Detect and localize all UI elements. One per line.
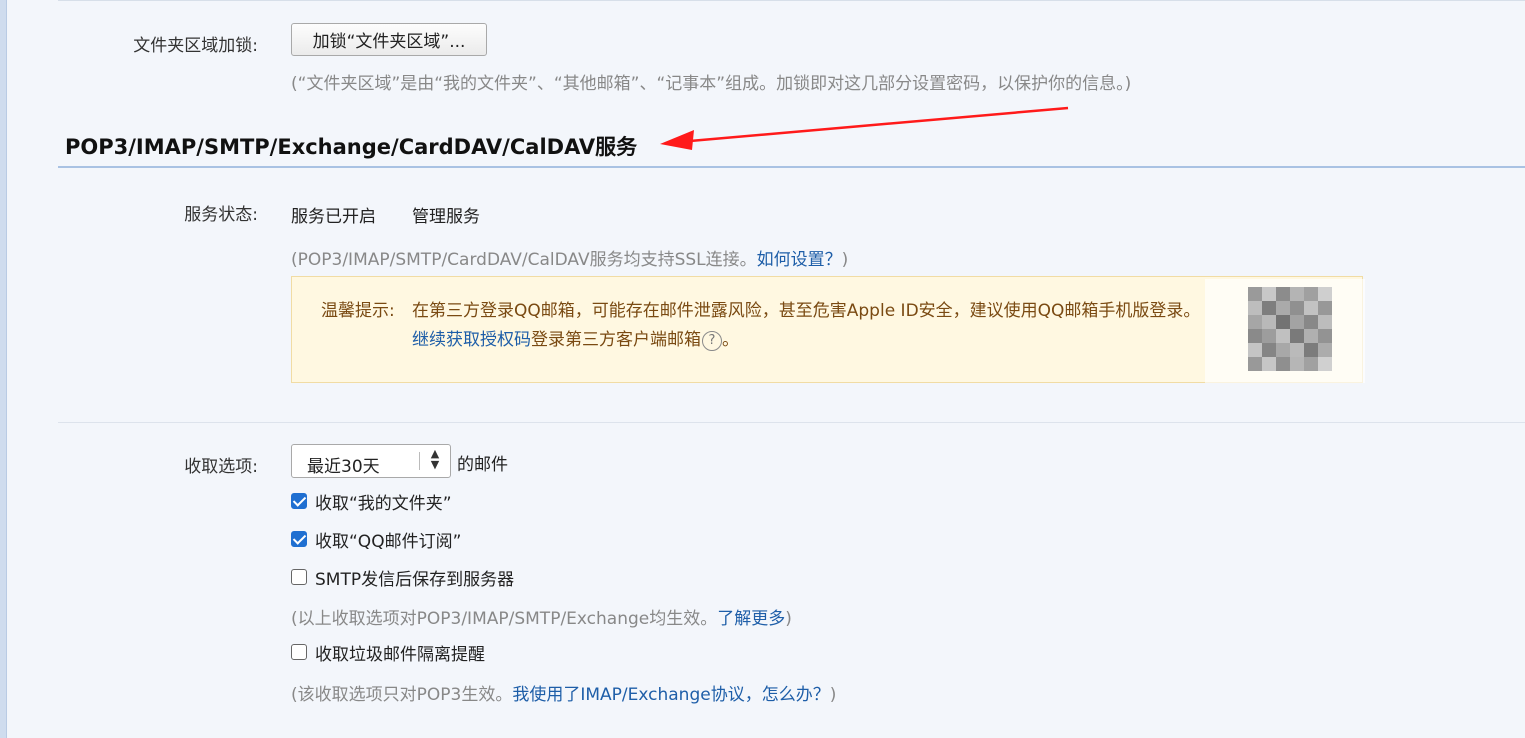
option-spam-alert-label: 收取垃圾邮件隔离提醒	[315, 644, 485, 665]
service-status-value: 服务已开启	[291, 207, 376, 227]
notice-line1: 在第三方登录QQ邮箱，可能存在邮件泄露风险，甚至危害Apple ID安全，建议使…	[412, 301, 1201, 321]
option-spam-alert[interactable]: 收取垃圾邮件隔离提醒	[291, 641, 485, 665]
receive-hint-2: (该收取选项只对POP3生效。我使用了IMAP/Exchange协议，怎么办？)	[291, 680, 836, 705]
option-smtp-save[interactable]: SMTP发信后保存到服务器	[291, 566, 515, 590]
annotation-arrow-head	[660, 130, 694, 150]
lock-folder-area-button[interactable]: 加锁“文件夹区域”...	[291, 23, 487, 56]
notice-line2: 继续获取授权码登录第三方客户端邮箱?。	[412, 325, 739, 351]
how-to-setup-link[interactable]: 如何设置？	[757, 250, 842, 270]
receive-hint-1: (以上收取选项对POP3/IMAP/SMTP/Exchange均生效。了解更多)	[291, 604, 792, 629]
option-smtp-save-label: SMTP发信后保存到服务器	[315, 569, 515, 590]
receive-hint-2-suffix: )	[829, 685, 837, 705]
checkbox-spam-alert[interactable]	[291, 644, 307, 660]
receive-range-value: 最近30天	[307, 457, 380, 477]
option-qq-subscriptions[interactable]: 收取“QQ邮件订阅”	[291, 528, 462, 552]
option-my-folders[interactable]: 收取“我的文件夹”	[291, 490, 452, 514]
service-status-label: 服务状态:	[184, 205, 258, 225]
section-title-rule	[58, 166, 1525, 168]
select-separator	[419, 452, 420, 470]
select-updown-icon: ▲ ▼	[430, 447, 440, 471]
manage-service-link[interactable]: 管理服务	[412, 202, 480, 227]
ssl-hint: (POP3/IMAP/SMTP/CardDAV/CalDAV服务均支持SSL连接…	[291, 245, 848, 270]
top-divider	[58, 0, 1525, 1]
left-frame-edge	[0, 0, 7, 738]
checkbox-smtp-save[interactable]	[291, 569, 307, 585]
section-title: POP3/IMAP/SMTP/Exchange/CardDAV/CalDAV服务	[65, 135, 638, 159]
receive-hint-2-prefix: (该收取选项只对POP3生效。	[291, 685, 513, 705]
folder-lock-label: 文件夹区域加锁:	[133, 36, 258, 56]
receive-range-suffix: 的邮件	[457, 455, 508, 475]
notice-prefix: 温馨提示:	[321, 301, 395, 321]
annotation-arrow-shaft	[689, 106, 1069, 143]
ssl-hint-prefix: (POP3/IMAP/SMTP/CardDAV/CalDAV服务均支持SSL连接…	[291, 250, 757, 270]
qr-code-icon	[1248, 287, 1332, 371]
checkbox-qq-subscriptions[interactable]	[291, 531, 307, 547]
receive-hint-1-suffix: )	[785, 609, 792, 629]
section-divider	[58, 422, 1525, 423]
get-auth-code-link[interactable]: 继续获取授权码	[412, 330, 531, 350]
receive-options-label: 收取选项:	[184, 457, 258, 477]
checkbox-my-folders[interactable]	[291, 493, 307, 509]
notice-line2-end: 。	[722, 330, 739, 350]
receive-hint-1-prefix: (以上收取选项对POP3/IMAP/SMTP/Exchange均生效。	[291, 609, 718, 629]
notice-line2-text: 登录第三方客户端邮箱	[531, 330, 701, 350]
option-qq-subscriptions-label: 收取“QQ邮件订阅”	[315, 531, 462, 552]
question-circle-icon[interactable]: ?	[702, 331, 722, 351]
option-my-folders-label: 收取“我的文件夹”	[315, 493, 452, 514]
learn-more-link[interactable]: 了解更多	[717, 609, 785, 629]
receive-range-select[interactable]: 最近30天 ▲ ▼	[291, 444, 451, 478]
settings-page: 文件夹区域加锁: 加锁“文件夹区域”... (“文件夹区域”是由“我的文件夹”、…	[0, 0, 1525, 738]
folder-lock-hint: (“文件夹区域”是由“我的文件夹”、“其他邮箱”、“记事本”组成。加锁即对这几部…	[291, 74, 1132, 94]
imap-exchange-help-link[interactable]: 我使用了IMAP/Exchange协议，怎么办？	[512, 685, 829, 705]
ssl-hint-suffix: )	[841, 250, 849, 270]
